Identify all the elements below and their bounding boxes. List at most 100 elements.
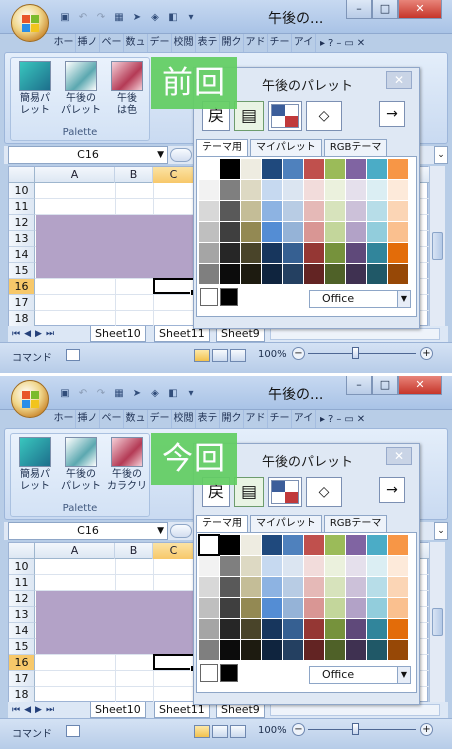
ribbon-tab[interactable]: デー bbox=[148, 410, 172, 428]
help-icon[interactable]: ? bbox=[328, 414, 333, 425]
recent-color-black[interactable] bbox=[220, 288, 238, 306]
color-swatch[interactable] bbox=[367, 598, 387, 618]
color-swatch[interactable] bbox=[346, 243, 366, 263]
color-swatch[interactable] bbox=[346, 264, 366, 284]
ribbon-tab[interactable]: ペー bbox=[100, 34, 124, 52]
color-swatch[interactable] bbox=[325, 180, 345, 200]
tab-scroll-right-icon[interactable]: ▸ bbox=[320, 38, 325, 49]
color-swatch[interactable] bbox=[283, 619, 303, 639]
color-swatch[interactable] bbox=[283, 222, 303, 242]
color-swatch[interactable] bbox=[220, 201, 240, 221]
scroll-thumb[interactable] bbox=[432, 232, 443, 260]
color-swatch[interactable] bbox=[199, 619, 219, 639]
tab-scroll-right-icon[interactable]: ▸ bbox=[320, 414, 325, 425]
color-swatch[interactable] bbox=[283, 201, 303, 221]
name-box[interactable]: C16 ▼ bbox=[8, 146, 168, 164]
minimize-button[interactable]: – bbox=[346, 376, 372, 395]
zoom-in-button[interactable]: + bbox=[420, 347, 433, 360]
save-icon[interactable]: ▣ bbox=[58, 11, 72, 24]
horizontal-scrollbar[interactable] bbox=[270, 704, 440, 716]
color-swatch[interactable] bbox=[304, 556, 324, 576]
customize-qat-icon[interactable]: ▾ bbox=[184, 387, 198, 400]
palette-tab[interactable]: RGBテーマ bbox=[323, 139, 388, 156]
column-header[interactable]: C bbox=[153, 543, 195, 559]
vertical-scrollbar[interactable] bbox=[429, 166, 445, 326]
ribbon-tab[interactable]: アド bbox=[244, 410, 268, 428]
ribbon-tab[interactable]: 数ュ bbox=[124, 34, 148, 52]
color-swatch[interactable] bbox=[241, 243, 261, 263]
vertical-scrollbar[interactable] bbox=[429, 542, 445, 702]
maximize-button[interactable]: □ bbox=[372, 376, 398, 395]
color-swatch[interactable] bbox=[262, 598, 282, 618]
afternoon-palette-button[interactable]: 午後の パレット bbox=[59, 61, 103, 123]
color-swatch[interactable] bbox=[262, 619, 282, 639]
color-swatch[interactable] bbox=[199, 180, 219, 200]
ribbon-tab[interactable]: チー bbox=[268, 34, 292, 52]
cursor-icon[interactable]: ➤ bbox=[130, 387, 144, 400]
color-swatch[interactable] bbox=[388, 619, 408, 639]
color-swatch[interactable] bbox=[220, 640, 240, 660]
color-swatch[interactable] bbox=[241, 598, 261, 618]
image-icon[interactable]: ◈ bbox=[148, 11, 162, 24]
ribbon-tab[interactable]: ホー bbox=[52, 410, 76, 428]
row-header[interactable]: 18 bbox=[9, 311, 35, 327]
save-icon[interactable]: ▣ bbox=[58, 387, 72, 400]
color-swatch[interactable] bbox=[367, 640, 387, 660]
chevron-down-icon[interactable]: ▼ bbox=[157, 523, 164, 539]
expand-formula-icon[interactable]: ⌄ bbox=[434, 522, 448, 540]
color-swatch[interactable] bbox=[388, 640, 408, 660]
color-swatch[interactable] bbox=[283, 180, 303, 200]
macro-record-icon[interactable] bbox=[66, 725, 80, 737]
palette-tab[interactable]: テーマ用 bbox=[196, 139, 248, 156]
color-swatch[interactable] bbox=[241, 180, 261, 200]
ribbon-tab[interactable]: 校閲 bbox=[172, 410, 196, 428]
color-swatch[interactable] bbox=[388, 577, 408, 597]
color-swatch[interactable] bbox=[199, 222, 219, 242]
active-cell[interactable] bbox=[153, 278, 197, 296]
color-swatch[interactable] bbox=[388, 222, 408, 242]
swatch-preview-icon[interactable] bbox=[268, 101, 302, 131]
macro-record-icon[interactable] bbox=[66, 349, 80, 361]
color-swatch[interactable] bbox=[388, 598, 408, 618]
image-icon[interactable]: ◈ bbox=[148, 387, 162, 400]
color-swatch[interactable] bbox=[241, 640, 261, 660]
color-swatch[interactable] bbox=[304, 619, 324, 639]
row-header[interactable]: 14 bbox=[9, 623, 35, 639]
ribbon-tab[interactable]: 挿ノ bbox=[76, 410, 100, 428]
color-swatch[interactable] bbox=[199, 243, 219, 263]
cursor-icon[interactable]: ➤ bbox=[130, 11, 144, 24]
zoom-in-button[interactable]: + bbox=[420, 723, 433, 736]
zoom-slider[interactable] bbox=[308, 729, 416, 730]
color-swatch[interactable] bbox=[367, 577, 387, 597]
color-swatch[interactable] bbox=[262, 222, 282, 242]
first-sheet-icon[interactable]: ⏮ bbox=[12, 326, 20, 342]
prev-sheet-icon[interactable]: ◀ bbox=[24, 326, 31, 342]
undo-icon[interactable]: ↶ bbox=[76, 11, 90, 24]
column-header[interactable]: B bbox=[115, 167, 153, 183]
color-swatch[interactable] bbox=[283, 556, 303, 576]
color-swatch[interactable] bbox=[241, 201, 261, 221]
row-header[interactable]: 18 bbox=[9, 687, 35, 703]
color-swatch[interactable] bbox=[262, 640, 282, 660]
afternoon-color-button[interactable]: 午後の カラクリ bbox=[105, 437, 149, 499]
color-swatch[interactable] bbox=[304, 264, 324, 284]
palette-icon[interactable]: ◧ bbox=[166, 11, 180, 24]
color-swatch[interactable] bbox=[199, 577, 219, 597]
afternoon-color-button[interactable]: 午後 は色 bbox=[105, 61, 149, 123]
color-swatch[interactable] bbox=[325, 577, 345, 597]
color-swatch[interactable] bbox=[262, 159, 282, 179]
color-swatch[interactable] bbox=[388, 159, 408, 179]
color-swatch[interactable] bbox=[388, 201, 408, 221]
color-swatch[interactable] bbox=[262, 243, 282, 263]
zoom-slider[interactable] bbox=[308, 353, 416, 354]
zoom-slider-thumb[interactable] bbox=[352, 347, 359, 359]
color-swatch[interactable] bbox=[241, 619, 261, 639]
help-icon[interactable]: ? bbox=[328, 38, 333, 49]
color-swatch[interactable] bbox=[199, 201, 219, 221]
color-swatch[interactable] bbox=[367, 159, 387, 179]
zoom-out-button[interactable]: − bbox=[292, 723, 305, 736]
color-swatch[interactable] bbox=[346, 619, 366, 639]
sheet-tab[interactable]: Sheet10 bbox=[90, 702, 146, 718]
color-swatch[interactable] bbox=[199, 640, 219, 660]
color-swatch[interactable] bbox=[346, 556, 366, 576]
